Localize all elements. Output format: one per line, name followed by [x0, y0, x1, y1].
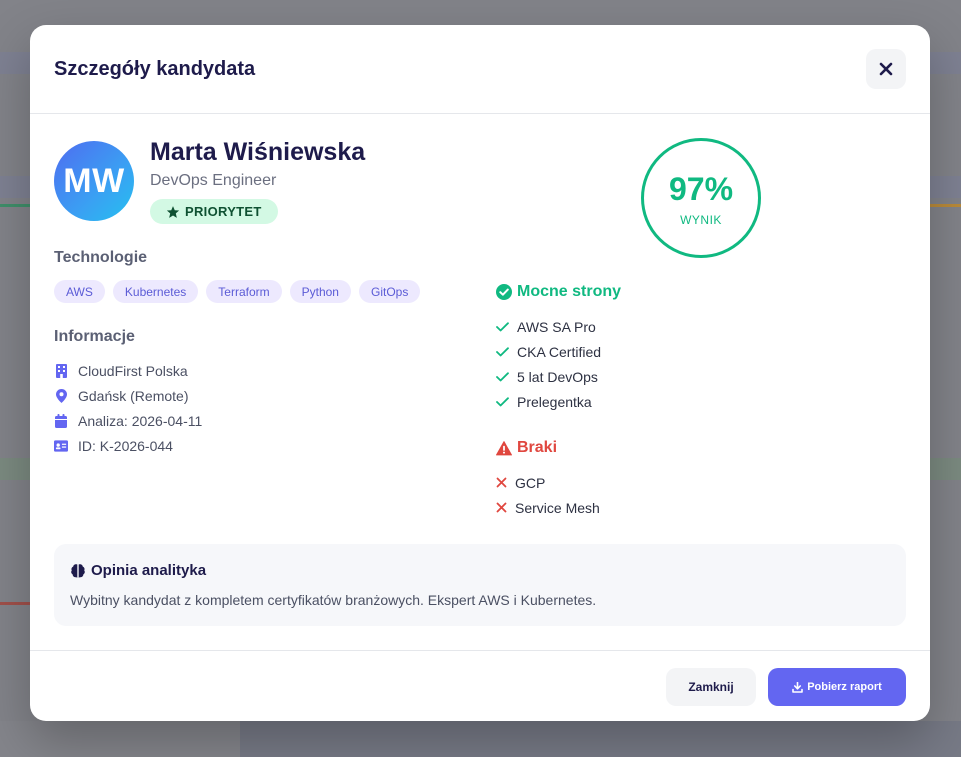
priority-badge: PRIORYTET — [150, 199, 278, 224]
download-report-button[interactable]: Pobierz raport — [768, 668, 906, 706]
download-icon — [792, 681, 804, 693]
technologies-title: Technologie — [54, 249, 148, 266]
building-icon — [54, 363, 68, 378]
check-circle-icon — [496, 284, 512, 300]
gap-item: GCP — [496, 470, 600, 495]
check-icon — [496, 371, 509, 381]
analyst-opinion-title-label: Opinia analityka — [91, 562, 207, 579]
modal-footer: Zamknij Pobierz raport — [30, 650, 930, 721]
brain-icon — [71, 563, 85, 578]
candidate-name: Marta Wiśniewska — [150, 138, 366, 166]
background-panel — [0, 721, 240, 757]
star-icon — [166, 205, 180, 218]
info-title: Informacje — [54, 328, 135, 345]
background-line — [0, 602, 30, 605]
check-icon — [496, 346, 509, 356]
info-item-label: ID: K-2026-044 — [78, 437, 173, 454]
tag-aws: AWS — [54, 280, 105, 303]
score-label: WYNIK — [680, 213, 722, 227]
check-icon — [496, 396, 509, 406]
analyst-opinion-text: Wybitny kandydat z kompletem certyfikató… — [70, 592, 597, 608]
strengths-list: AWS SA Pro CKA Certified 5 lat DevOps Pr… — [496, 314, 601, 414]
technology-tags: AWS Kubernetes Terraform Python GitOps — [54, 280, 421, 303]
gap-item-label: Service Mesh — [515, 499, 600, 516]
warning-icon — [496, 440, 512, 455]
background-panel — [240, 721, 961, 757]
modal-title: Szczegóły kandydata — [54, 58, 256, 80]
strength-item: AWS SA Pro — [496, 314, 601, 339]
strength-item-label: Prelegentka — [517, 393, 592, 410]
gaps-title-label: Braki — [517, 439, 558, 456]
strength-item: Prelegentka — [496, 389, 601, 414]
tag-kubernetes: Kubernetes — [112, 280, 199, 303]
background-line — [930, 204, 961, 207]
gaps-title: Braki — [496, 439, 557, 457]
tag-gitops: GitOps — [358, 280, 421, 303]
close-modal-button[interactable]: Zamknij — [666, 668, 756, 706]
strength-item-label: AWS SA Pro — [517, 318, 596, 335]
gaps-list: GCP Service Mesh — [496, 470, 600, 520]
info-item-label: Gdańsk (Remote) — [78, 387, 189, 404]
info-list: CloudFirst Polska Gdańsk (Remote) Analiz… — [54, 358, 202, 458]
analyst-opinion-box: Opinia analityka Wybitny kandydat z komp… — [54, 544, 906, 626]
info-item-id: ID: K-2026-044 — [54, 433, 202, 458]
background-line — [0, 204, 30, 207]
close-icon — [879, 62, 893, 76]
info-item-analysis-date: Analiza: 2026-04-11 — [54, 408, 202, 433]
strengths-title: Mocne strony — [496, 283, 621, 301]
info-item-label: CloudFirst Polska — [78, 362, 188, 379]
download-report-label: Pobierz raport — [807, 681, 882, 693]
modal-header: Szczegóły kandydata — [30, 25, 930, 114]
analyst-opinion-title: Opinia analityka — [70, 562, 206, 579]
gap-item: Service Mesh — [496, 495, 600, 520]
x-icon — [496, 502, 507, 513]
info-item-label: Analiza: 2026-04-11 — [78, 412, 203, 429]
map-pin-icon — [54, 388, 68, 403]
tag-terraform: Terraform — [206, 280, 282, 303]
info-item-company: CloudFirst Polska — [54, 358, 202, 383]
gap-item-label: GCP — [515, 474, 546, 491]
candidate-details-modal: Szczegóły kandydata MW Marta Wiśniewska … — [30, 25, 930, 721]
candidate-role: DevOps Engineer — [150, 172, 277, 189]
score-value: 97% — [668, 171, 734, 207]
x-icon — [496, 477, 507, 488]
strength-item-label: CKA Certified — [517, 343, 602, 360]
score-ring: 97% WYNIK — [641, 138, 761, 258]
check-icon — [496, 321, 509, 331]
close-button[interactable] — [866, 49, 906, 89]
priority-badge-label: PRIORYTET — [185, 204, 262, 219]
strength-item: 5 lat DevOps — [496, 364, 601, 389]
info-item-location: Gdańsk (Remote) — [54, 383, 202, 408]
calendar-icon — [54, 413, 68, 428]
avatar: MW — [54, 141, 134, 221]
strength-item: CKA Certified — [496, 339, 601, 364]
tag-python: Python — [289, 280, 351, 303]
strength-item-label: 5 lat DevOps — [517, 368, 598, 385]
strengths-title-label: Mocne strony — [517, 283, 622, 300]
id-card-icon — [54, 439, 68, 452]
